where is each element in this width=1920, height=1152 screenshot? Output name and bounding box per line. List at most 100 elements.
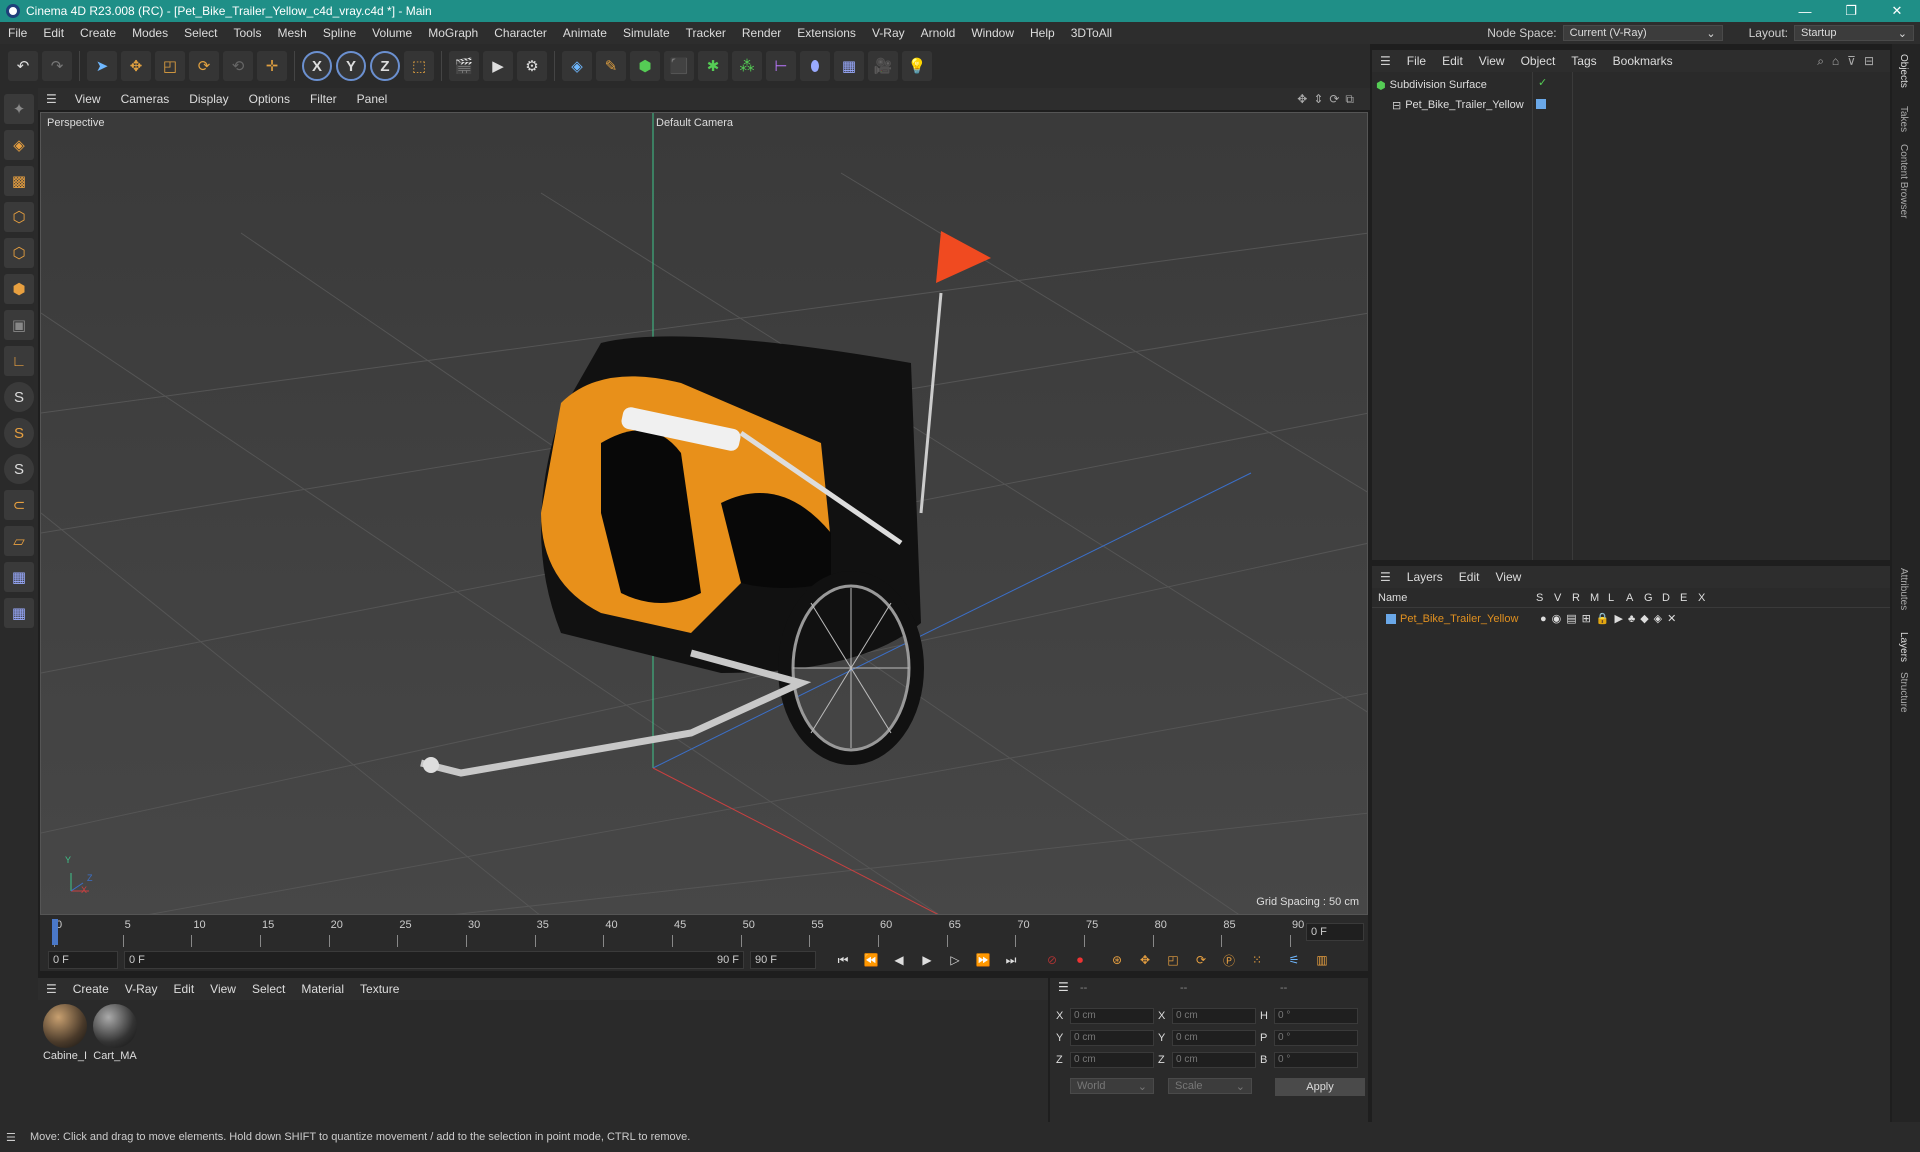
go-to-end-icon[interactable]: ⏭ — [1000, 949, 1022, 971]
viewport-menu-view[interactable]: View — [65, 92, 111, 106]
quantize-icon[interactable]: S — [4, 454, 34, 484]
menu-3dtoall[interactable]: 3DToAll — [1063, 26, 1120, 40]
coordinate-system-icon[interactable]: ⬚ — [404, 51, 434, 81]
menu-vray[interactable]: V-Ray — [864, 26, 913, 40]
y-axis-lock-button[interactable]: Y — [336, 51, 366, 81]
redo-icon[interactable]: ↷ — [42, 51, 72, 81]
polygons-mode-icon[interactable]: ⬢ — [4, 274, 34, 304]
tab-attributes[interactable]: Attributes — [1898, 568, 1909, 610]
menu-window[interactable]: Window — [963, 26, 1022, 40]
material-menu-material[interactable]: Material — [293, 982, 352, 996]
object-menu-object[interactable]: Object — [1513, 54, 1564, 68]
layer-color-swatch[interactable] — [1386, 614, 1396, 624]
light-icon[interactable]: 💡 — [902, 51, 932, 81]
close-icon[interactable]: ✕ — [1874, 3, 1920, 19]
viewport-camera-label[interactable]: Default Camera — [656, 117, 733, 129]
hamburger-icon[interactable]: ☰ — [6, 1131, 16, 1144]
minimize-icon[interactable]: — — [1782, 4, 1828, 19]
position-y-field[interactable]: 0 cm — [1070, 1030, 1154, 1046]
go-to-start-icon[interactable]: ⏮ — [832, 949, 854, 971]
mograph-icon[interactable]: ⁂ — [732, 51, 762, 81]
snap-settings-icon[interactable]: S — [4, 418, 34, 448]
size-y-field[interactable]: 0 cm — [1172, 1030, 1256, 1046]
object-menu-bookmarks[interactable]: Bookmarks — [1605, 54, 1681, 68]
position-x-field[interactable]: 0 cm — [1070, 1008, 1154, 1024]
undo-icon[interactable]: ↶ — [8, 51, 38, 81]
floor-icon[interactable]: ▦ — [834, 51, 864, 81]
key-rotation-icon[interactable]: ⟳ — [1190, 949, 1212, 971]
layer-menu-layers[interactable]: Layers — [1399, 570, 1451, 584]
timeline-window-icon[interactable]: ▥ — [1311, 949, 1333, 971]
extrude-icon[interactable]: ⬛ — [664, 51, 694, 81]
x-axis-lock-button[interactable]: X — [302, 51, 332, 81]
material-menu-select[interactable]: Select — [244, 982, 293, 996]
3d-viewport[interactable]: Y Z X Perspective Default Camera Grid Sp… — [40, 112, 1368, 915]
rotation-h-field[interactable]: 0 ° — [1274, 1008, 1358, 1024]
menu-character[interactable]: Character — [486, 26, 555, 40]
key-scale-icon[interactable]: ◰ — [1162, 949, 1184, 971]
material-swatch[interactable]: Cart_MA — [92, 1004, 138, 1062]
coordinate-space-select[interactable]: World ⌄ — [1070, 1078, 1154, 1094]
layer-toggle-icons[interactable]: ●◉▤⊞🔒▶♣◆◈✕ — [1540, 612, 1681, 625]
menu-modes[interactable]: Modes — [124, 26, 176, 40]
magnet-icon[interactable]: ⊂ — [4, 490, 34, 520]
material-swatch[interactable]: Cabine_I — [42, 1004, 88, 1062]
menu-mograph[interactable]: MoGraph — [420, 26, 486, 40]
menu-create[interactable]: Create — [72, 26, 124, 40]
menu-tracker[interactable]: Tracker — [678, 26, 734, 40]
previous-frame-icon[interactable]: ◀ — [888, 949, 910, 971]
menu-simulate[interactable]: Simulate — [615, 26, 678, 40]
render-picture-viewer-icon[interactable]: ▶ — [483, 51, 513, 81]
key-parameter-icon[interactable]: Ⓟ — [1218, 949, 1240, 971]
rotate-tool-icon[interactable]: ⟳ — [189, 51, 219, 81]
material-menu-create[interactable]: Create — [65, 982, 117, 996]
menu-select[interactable]: Select — [176, 26, 225, 40]
tab-takes[interactable]: Takes — [1898, 106, 1909, 132]
play-icon[interactable]: ▶ — [916, 949, 938, 971]
material-menu-edit[interactable]: Edit — [165, 982, 202, 996]
cloner-icon[interactable]: ✱ — [698, 51, 728, 81]
viewport-menu-display[interactable]: Display — [179, 92, 238, 106]
object-menu-file[interactable]: File — [1399, 54, 1434, 68]
model-mode-icon[interactable]: ◈ — [4, 130, 34, 160]
subdivision-icon[interactable]: ⬢ — [630, 51, 660, 81]
points-mode-icon[interactable]: ⬡ — [4, 202, 34, 232]
menu-mesh[interactable]: Mesh — [269, 26, 314, 40]
current-frame-field[interactable]: 0 F — [1306, 923, 1364, 941]
workplane-lock-icon[interactable]: ▦ — [4, 598, 34, 628]
viewport-menu-cameras[interactable]: Cameras — [111, 92, 180, 106]
material-menu-view[interactable]: View — [202, 982, 244, 996]
enabled-check-icon[interactable]: ✓ — [1538, 76, 1547, 89]
menu-render[interactable]: Render — [734, 26, 789, 40]
menu-animate[interactable]: Animate — [555, 26, 615, 40]
tab-content-browser[interactable]: Content Browser — [1898, 144, 1909, 218]
select-cursor-icon[interactable]: ➤ — [87, 51, 117, 81]
hamburger-icon[interactable]: ☰ — [1372, 570, 1399, 584]
apply-button[interactable]: Apply — [1275, 1078, 1365, 1096]
motion-system-icon[interactable]: ⚟ — [1283, 949, 1305, 971]
key-pla-icon[interactable]: ⁙ — [1246, 949, 1268, 971]
frame-range-slider[interactable]: 0 F 90 F — [124, 951, 744, 969]
key-position-icon[interactable]: ✥ — [1134, 949, 1156, 971]
cube-primitive-icon[interactable]: ◈ — [562, 51, 592, 81]
rotation-b-field[interactable]: 0 ° — [1274, 1052, 1358, 1068]
material-menu-texture[interactable]: Texture — [352, 982, 407, 996]
size-mode-select[interactable]: Scale ⌄ — [1168, 1078, 1252, 1094]
uv-mode-icon[interactable]: ▣ — [4, 310, 34, 340]
size-x-field[interactable]: 0 cm — [1172, 1008, 1256, 1024]
render-settings-icon[interactable]: ⚙ — [517, 51, 547, 81]
restore-icon[interactable]: ❐ — [1828, 3, 1874, 19]
hamburger-icon[interactable]: ☰ — [1372, 54, 1399, 68]
layer-color-swatch[interactable] — [1536, 99, 1546, 109]
viewport-menu-panel[interactable]: Panel — [347, 92, 398, 106]
tab-layers[interactable]: Layers — [1898, 632, 1909, 662]
render-view-icon[interactable]: 🎬 — [449, 51, 479, 81]
menu-tools[interactable]: Tools — [225, 26, 269, 40]
layer-row[interactable]: Pet_Bike_Trailer_Yellow — [1386, 610, 1518, 628]
hamburger-icon[interactable]: ☰ — [1058, 980, 1069, 994]
tab-objects[interactable]: Objects — [1898, 54, 1909, 88]
previous-key-icon[interactable]: ⏪ — [860, 949, 882, 971]
record-icon[interactable]: ⊘ — [1041, 949, 1063, 971]
autokey-icon[interactable]: ⏺ — [1069, 949, 1091, 971]
workplane-icon[interactable]: ▱ — [4, 526, 34, 556]
